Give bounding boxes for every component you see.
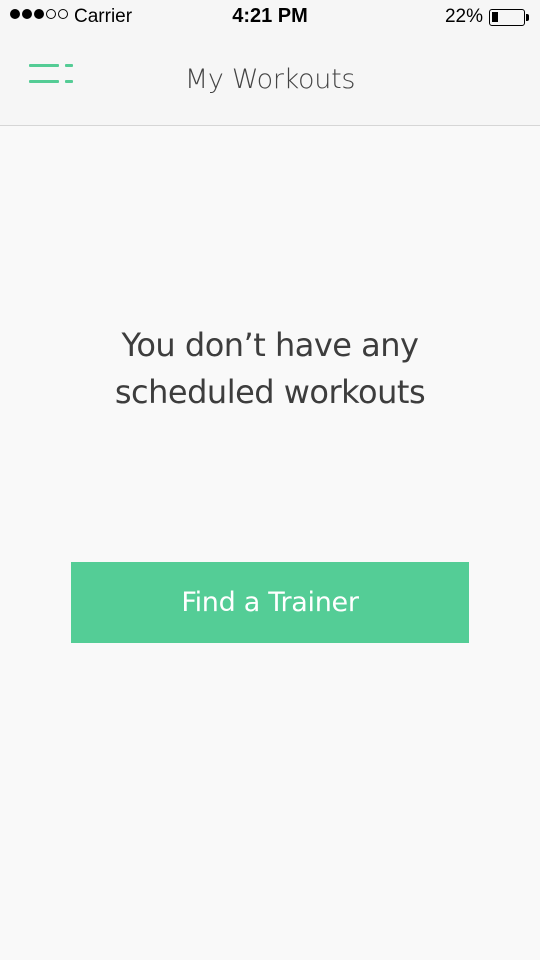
page-title: My Workouts <box>184 64 356 95</box>
empty-state-line-2: scheduled workouts <box>114 373 426 411</box>
empty-state-line-1: You don’t have any <box>121 326 419 364</box>
empty-state-message: You don’t have any scheduled workouts <box>60 322 480 416</box>
navigation-bar: My Workouts <box>0 36 540 126</box>
battery-icon <box>489 9 525 26</box>
status-bar: Carrier 4:21 PM 22% <box>0 0 540 36</box>
battery-level-fill <box>492 12 498 22</box>
battery-percentage: 22% <box>444 6 483 27</box>
battery-tip <box>526 14 529 21</box>
find-trainer-button[interactable]: Find a Trainer <box>71 562 469 643</box>
